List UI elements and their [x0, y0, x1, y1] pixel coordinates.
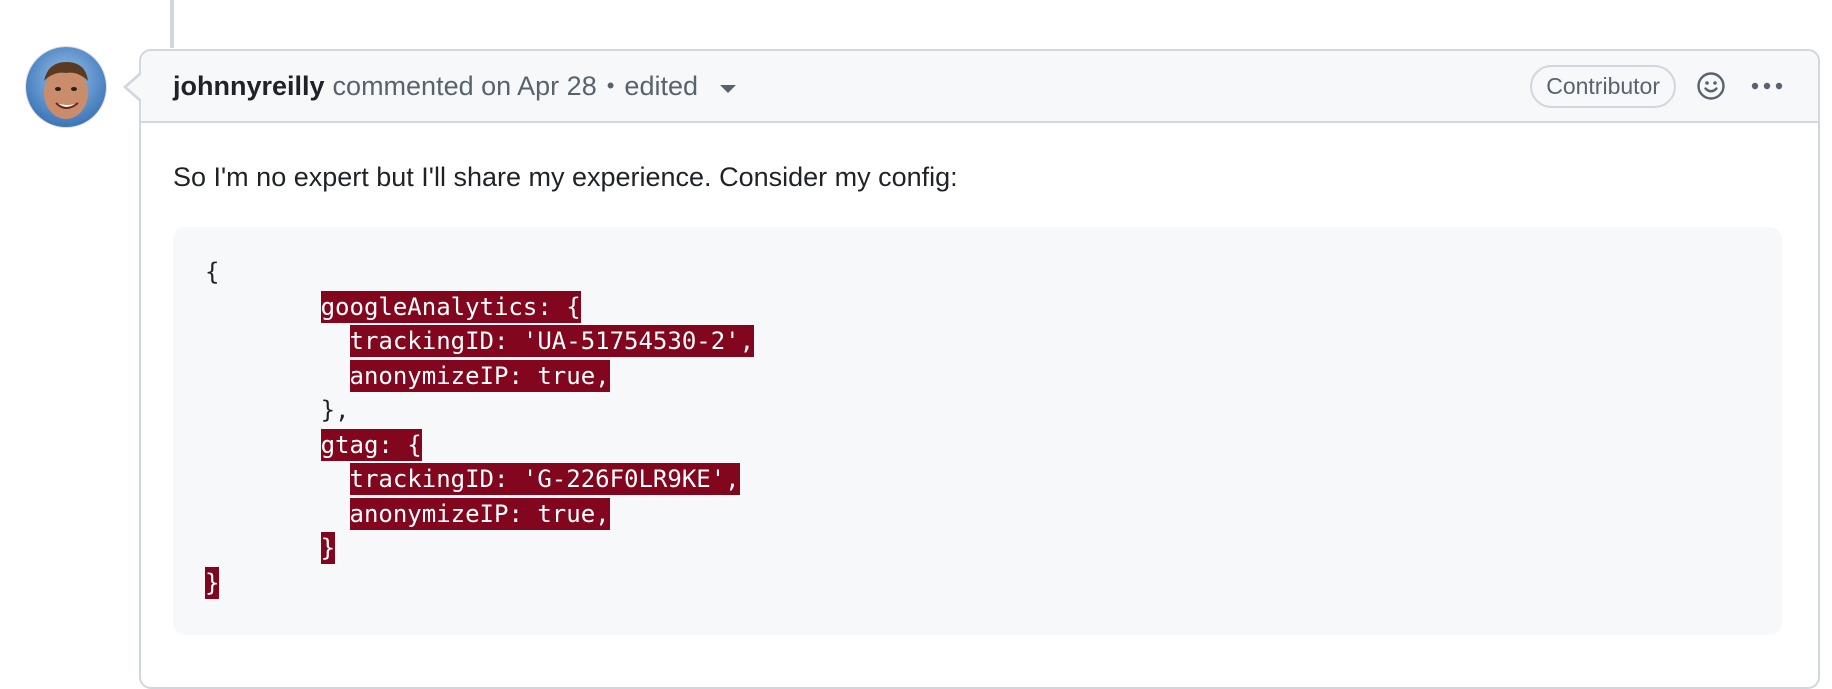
code-text-highlighted: googleAnalytics: { — [320, 290, 581, 323]
timeline-line — [170, 0, 174, 48]
code-text-highlighted: trackingID: 'G-226F0LR9KE', — [349, 463, 740, 495]
edited-dropdown[interactable]: edited — [624, 71, 736, 102]
code-text-highlighted: gtag: { — [320, 428, 422, 461]
code-block: { googleAnalytics: { trackingID: 'UA-517… — [173, 227, 1782, 635]
code-line: trackingID: 'G-226F0LR9KE', — [205, 462, 1750, 497]
comment-body: So I'm no expert but I'll share my exper… — [141, 123, 1818, 635]
code-text-highlighted: trackingID: 'UA-51754530-2', — [349, 325, 755, 357]
code-text: { — [205, 258, 220, 286]
code-text-highlighted: anonymizeIP: true, — [349, 497, 610, 530]
comment-header: johnnyreilly commented on Apr 28 • edite… — [141, 51, 1818, 123]
code-line: trackingID: 'UA-51754530-2', — [205, 324, 1750, 359]
author-link[interactable]: johnnyreilly — [173, 71, 325, 102]
contributor-badge: Contributor — [1530, 64, 1676, 108]
code-text-highlighted: anonymizeIP: true, — [349, 359, 610, 392]
comment-box: johnnyreilly commented on Apr 28 • edite… — [123, 49, 1820, 689]
code-line: } — [205, 531, 1750, 566]
avatar[interactable] — [26, 47, 106, 127]
kebab-horizontal-icon[interactable] — [1750, 81, 1784, 91]
code-line: { — [205, 255, 1750, 290]
comment-text: So I'm no expert but I'll share my exper… — [173, 162, 958, 192]
header-actions: Contributor — [1530, 64, 1784, 108]
code-line: anonymizeIP: true, — [205, 359, 1750, 394]
edited-label[interactable]: edited — [624, 71, 698, 101]
code-line: gtag: { — [205, 428, 1750, 463]
code-line: googleAnalytics: { — [205, 290, 1750, 325]
code-line: } — [205, 566, 1750, 601]
comment-timestamp[interactable]: commented on Apr 28 — [333, 71, 597, 102]
code-line: anonymizeIP: true, — [205, 497, 1750, 532]
triangle-down-icon[interactable] — [719, 85, 736, 94]
code-line: }, — [205, 393, 1750, 428]
smiley-icon[interactable] — [1696, 71, 1726, 101]
separator-dot: • — [606, 73, 615, 98]
code-text: }, — [320, 396, 350, 424]
code-text-highlighted: } — [205, 566, 220, 599]
code-text-highlighted: } — [320, 532, 336, 564]
